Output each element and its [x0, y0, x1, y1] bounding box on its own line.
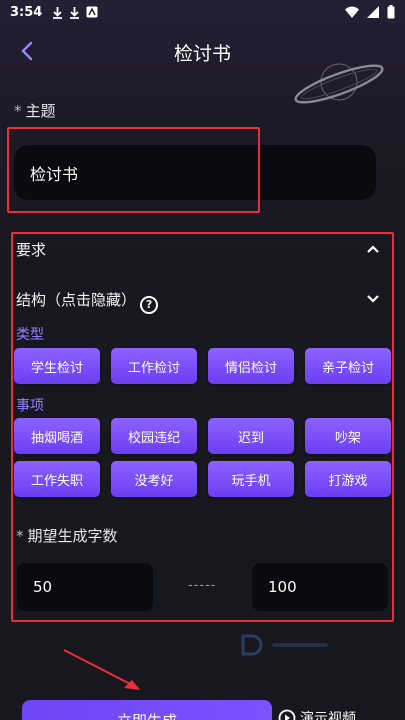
tag-matter-late[interactable]: 迟到 [208, 418, 294, 454]
tag-matter-games[interactable]: 打游戏 [305, 461, 391, 497]
download-icon [53, 6, 63, 19]
status-time: 3:54 [10, 4, 43, 20]
tag-matter-phone[interactable]: 玩手机 [208, 461, 294, 497]
wifi-icon [345, 6, 359, 18]
tag-matter-bad-exam[interactable]: 没考好 [111, 461, 197, 497]
download-icon [70, 6, 80, 19]
system-icons [345, 5, 395, 19]
required-mark: * [16, 527, 24, 545]
tag-type-parent-child[interactable]: 亲子检讨 [305, 348, 391, 384]
word-count-label-text: 期望生成字数 [27, 527, 118, 545]
chevron-left-icon [21, 41, 33, 61]
structure-toggle[interactable]: 结构（点击隐藏）? [16, 289, 159, 314]
type-category-label: 类型 [16, 327, 44, 343]
annotation-arrow-icon [63, 649, 140, 690]
range-separator: ----- [188, 578, 217, 593]
app-notification-icon [86, 6, 98, 18]
tag-type-student[interactable]: 学生检讨 [14, 348, 100, 384]
demo-video-link[interactable]: 演示视频 [278, 708, 356, 720]
generate-button[interactable]: 立即生成 [22, 700, 272, 720]
topic-label: * 主题 [14, 100, 56, 121]
topic-label-text: 主题 [25, 102, 56, 120]
matter-category-label: 事项 [16, 398, 44, 414]
watermark-logo-icon [240, 634, 332, 656]
word-count-min-value: 50 [33, 578, 53, 596]
back-button[interactable] [14, 38, 40, 64]
topic-input[interactable]: 检讨书 [14, 145, 376, 200]
page-title: 检讨书 [173, 42, 231, 65]
demo-video-label: 演示视频 [300, 711, 356, 720]
notification-icons [52, 6, 98, 19]
tag-matter-quarrel[interactable]: 吵架 [305, 418, 391, 454]
battery-icon [387, 5, 395, 19]
tag-matter-school-violation[interactable]: 校园违纪 [111, 418, 197, 454]
chevron-down-icon[interactable] [366, 292, 380, 306]
planet-decoration-icon [294, 63, 384, 104]
chevron-up-icon[interactable] [366, 242, 380, 256]
help-icon[interactable]: ? [140, 295, 159, 314]
structure-label: 结构（点击隐藏） [16, 291, 137, 309]
word-count-max-value: 100 [268, 578, 297, 596]
play-circle-icon [278, 709, 296, 720]
word-count-max-input[interactable]: 100 [252, 563, 388, 611]
topic-input-value: 检讨书 [30, 164, 79, 184]
word-count-label: * 期望生成字数 [16, 525, 118, 546]
tag-type-work[interactable]: 工作检讨 [111, 348, 197, 384]
tag-type-couple[interactable]: 情侣检讨 [208, 348, 294, 384]
required-mark: * [14, 102, 22, 120]
word-count-min-input[interactable]: 50 [17, 563, 153, 611]
status-bar: 3:54 [0, 0, 405, 24]
tag-matter-dereliction[interactable]: 工作失职 [14, 461, 100, 497]
signal-icon [367, 6, 379, 18]
generate-button-label: 立即生成 [117, 710, 177, 720]
requirements-label: 要求 [16, 241, 47, 259]
tag-matter-smoking-drinking[interactable]: 抽烟喝酒 [14, 418, 100, 454]
